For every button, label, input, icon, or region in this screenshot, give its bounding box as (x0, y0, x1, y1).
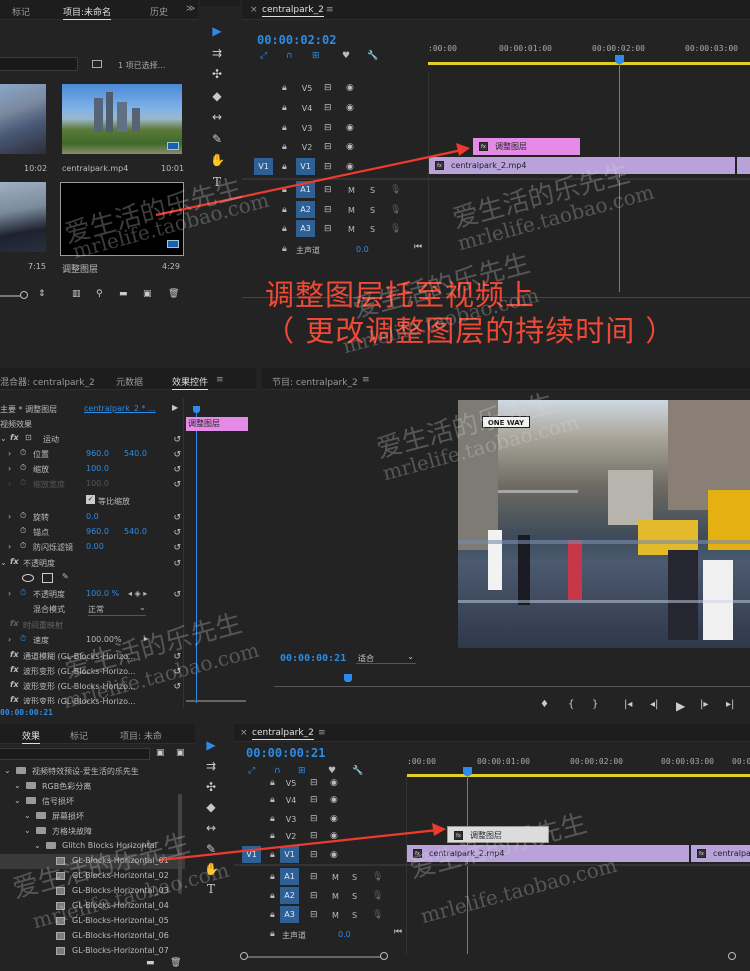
arrow-top-head (456, 143, 470, 156)
annotation-arrows (155, 143, 470, 862)
arrow-top (155, 148, 463, 217)
arrow-bottom (159, 828, 439, 862)
arrow-bottom-head (432, 823, 446, 836)
